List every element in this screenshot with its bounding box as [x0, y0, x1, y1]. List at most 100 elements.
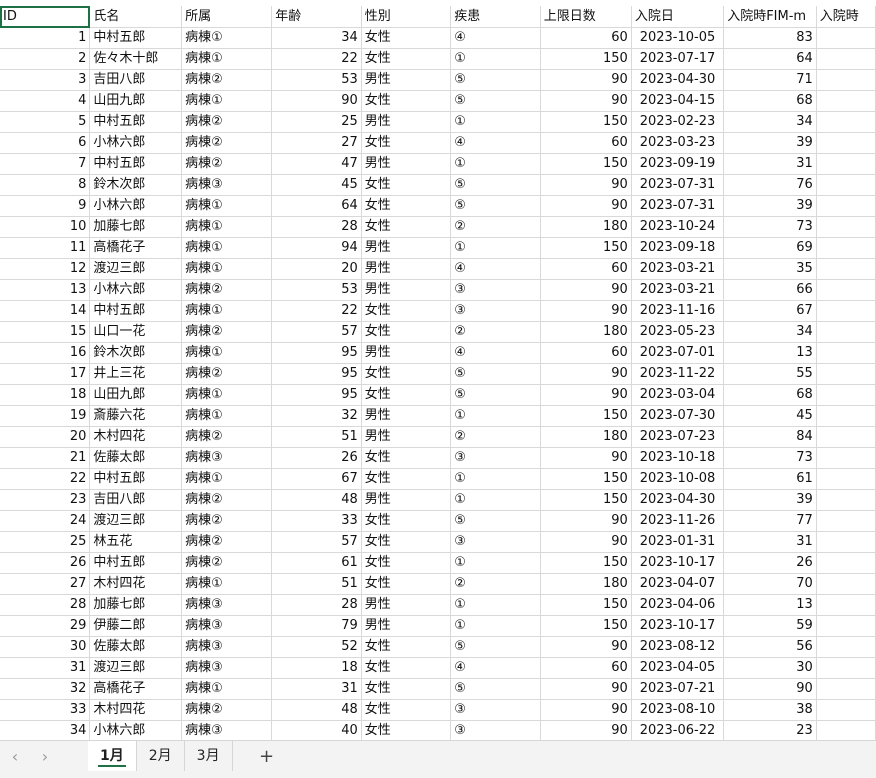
table-cell[interactable]: 病棟③: [181, 657, 273, 679]
table-cell[interactable]: 中村五郎: [89, 27, 183, 49]
table-cell[interactable]: 12: [0, 258, 91, 280]
table-cell[interactable]: 2023-10-05: [631, 27, 725, 49]
table-cell[interactable]: 斎藤六花: [89, 405, 183, 427]
table-cell[interactable]: 20: [0, 426, 91, 448]
table-cell[interactable]: 2023-03-23: [631, 132, 725, 154]
table-cell[interactable]: 病棟①: [181, 405, 273, 427]
table-cell[interactable]: 90: [723, 678, 817, 700]
table-cell[interactable]: 10: [0, 216, 91, 238]
table-cell[interactable]: 150: [540, 48, 632, 70]
table-cell[interactable]: 2023-03-04: [631, 384, 725, 406]
sheet-tab[interactable]: 1月: [88, 741, 137, 771]
table-cell[interactable]: 男性: [361, 594, 452, 616]
table-cell[interactable]: 95: [271, 384, 362, 406]
table-cell[interactable]: 26: [271, 447, 362, 469]
table-cell[interactable]: ④: [450, 132, 541, 154]
table-cell[interactable]: [816, 48, 876, 70]
table-cell[interactable]: 木村四花: [89, 699, 183, 721]
table-cell[interactable]: 47: [271, 153, 362, 175]
table-cell[interactable]: ③: [450, 279, 541, 301]
table-cell[interactable]: 59: [723, 615, 817, 637]
table-cell[interactable]: 病棟②: [181, 699, 273, 721]
table-cell[interactable]: 女性: [361, 720, 452, 740]
table-cell[interactable]: 70: [723, 573, 817, 595]
table-cell[interactable]: 90: [540, 636, 632, 658]
table-cell[interactable]: 150: [540, 489, 632, 511]
table-cell[interactable]: ②: [450, 216, 541, 238]
table-cell[interactable]: 45: [271, 174, 362, 196]
table-cell[interactable]: 23: [0, 489, 91, 511]
table-cell[interactable]: 2: [0, 48, 91, 70]
table-cell[interactable]: [816, 405, 876, 427]
table-cell[interactable]: 8: [0, 174, 91, 196]
table-cell[interactable]: [816, 300, 876, 322]
table-cell[interactable]: 病棟③: [181, 615, 273, 637]
table-cell[interactable]: 小林六郎: [89, 195, 183, 217]
table-cell[interactable]: 52: [271, 636, 362, 658]
table-cell[interactable]: 30: [0, 636, 91, 658]
table-cell[interactable]: 31: [0, 657, 91, 679]
table-cell[interactable]: ③: [450, 300, 541, 322]
table-cell[interactable]: 39: [723, 489, 817, 511]
table-cell[interactable]: [816, 321, 876, 343]
table-cell[interactable]: 2023-02-23: [631, 111, 725, 133]
column-header[interactable]: 入院日: [631, 6, 725, 28]
table-cell[interactable]: 病棟③: [181, 594, 273, 616]
table-cell[interactable]: 病棟①: [181, 468, 273, 490]
table-cell[interactable]: 20: [271, 258, 362, 280]
table-cell[interactable]: 61: [271, 552, 362, 574]
table-cell[interactable]: 90: [540, 363, 632, 385]
table-cell[interactable]: 中村五郎: [89, 111, 183, 133]
table-cell[interactable]: 鈴木次郎: [89, 174, 183, 196]
table-cell[interactable]: 48: [271, 489, 362, 511]
table-cell[interactable]: ①: [450, 489, 541, 511]
table-cell[interactable]: 女性: [361, 573, 452, 595]
table-cell[interactable]: 95: [271, 363, 362, 385]
table-cell[interactable]: 6: [0, 132, 91, 154]
table-cell[interactable]: 69: [723, 237, 817, 259]
table-cell[interactable]: 2023-07-30: [631, 405, 725, 427]
table-cell[interactable]: 女性: [361, 90, 452, 112]
table-cell[interactable]: 60: [540, 657, 632, 679]
column-header[interactable]: 疾患: [450, 6, 541, 28]
table-cell[interactable]: 60: [540, 27, 632, 49]
table-cell[interactable]: 9: [0, 195, 91, 217]
table-cell[interactable]: 68: [723, 384, 817, 406]
table-cell[interactable]: 35: [723, 258, 817, 280]
table-cell[interactable]: 77: [723, 510, 817, 532]
table-cell[interactable]: ①: [450, 111, 541, 133]
table-cell[interactable]: 31: [271, 678, 362, 700]
table-cell[interactable]: 29: [0, 615, 91, 637]
table-cell[interactable]: [816, 699, 876, 721]
table-cell[interactable]: 病棟②: [181, 321, 273, 343]
table-cell[interactable]: 180: [540, 216, 632, 238]
table-cell[interactable]: 男性: [361, 489, 452, 511]
table-cell[interactable]: 19: [0, 405, 91, 427]
table-cell[interactable]: 73: [723, 216, 817, 238]
table-cell[interactable]: 男性: [361, 69, 452, 91]
table-cell[interactable]: [816, 237, 876, 259]
table-cell[interactable]: 18: [271, 657, 362, 679]
table-cell[interactable]: 39: [723, 132, 817, 154]
table-cell[interactable]: 女性: [361, 384, 452, 406]
table-cell[interactable]: 女性: [361, 300, 452, 322]
table-cell[interactable]: 60: [540, 342, 632, 364]
table-cell[interactable]: 女性: [361, 195, 452, 217]
table-cell[interactable]: 67: [271, 468, 362, 490]
table-cell[interactable]: 90: [540, 195, 632, 217]
table-cell[interactable]: 22: [271, 300, 362, 322]
table-cell[interactable]: [816, 342, 876, 364]
table-cell[interactable]: 男性: [361, 111, 452, 133]
table-cell[interactable]: 79: [271, 615, 362, 637]
table-cell[interactable]: 2023-04-05: [631, 657, 725, 679]
table-cell[interactable]: ②: [450, 321, 541, 343]
table-cell[interactable]: ④: [450, 342, 541, 364]
table-cell[interactable]: 男性: [361, 237, 452, 259]
column-header[interactable]: 入院時FIM-m: [723, 6, 817, 28]
table-cell[interactable]: 2023-04-06: [631, 594, 725, 616]
table-cell[interactable]: 28: [271, 216, 362, 238]
table-cell[interactable]: 3: [0, 69, 91, 91]
table-cell[interactable]: 2023-11-22: [631, 363, 725, 385]
table-cell[interactable]: 加藤七郎: [89, 594, 183, 616]
table-cell[interactable]: 病棟①: [181, 258, 273, 280]
